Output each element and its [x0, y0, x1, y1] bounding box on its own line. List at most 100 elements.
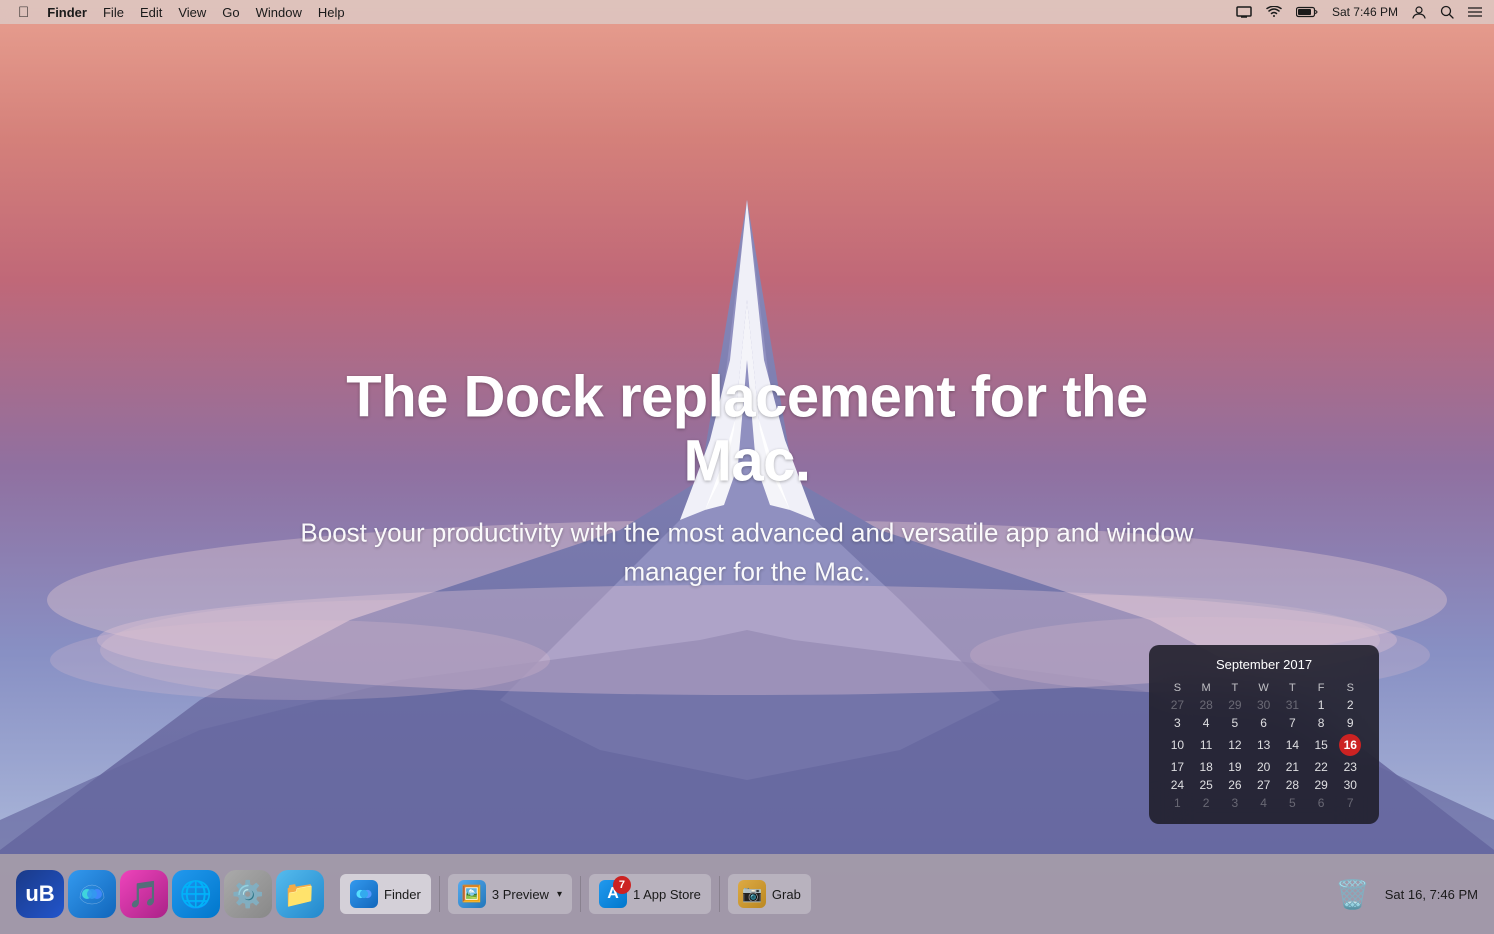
cal-header-mon: M: [1192, 680, 1221, 696]
desktop-subtext: Boost your productivity with the most ad…: [297, 513, 1197, 591]
cal-header-sun: S: [1163, 680, 1192, 696]
menubar-right: Sat 7:46 PM: [1232, 5, 1486, 19]
menu-edit[interactable]: Edit: [132, 0, 170, 24]
menu-help[interactable]: Help: [310, 0, 353, 24]
cal-day: 3: [1163, 714, 1192, 732]
dock-item-ubar[interactable]: uB: [16, 870, 64, 918]
cal-day: 6: [1307, 794, 1336, 812]
dock-item-itunes[interactable]: 🎵: [120, 870, 168, 918]
cal-header-tue: T: [1221, 680, 1250, 696]
cal-day: 22: [1307, 758, 1336, 776]
cal-day: 4: [1192, 714, 1221, 732]
dock-clock: Sat 16, 7:46 PM: [1385, 887, 1478, 902]
cal-day: 3: [1221, 794, 1250, 812]
cal-header-wed: W: [1249, 680, 1278, 696]
taskbar-appstore-label: 1 App Store: [633, 887, 701, 902]
taskbar-divider-1: [439, 876, 440, 912]
taskbar-preview-icon: 🖼️: [458, 880, 486, 908]
cal-day: 7: [1336, 794, 1366, 812]
cal-day: 21: [1278, 758, 1307, 776]
cal-day: 31: [1278, 696, 1307, 714]
menubar-datetime[interactable]: Sat 7:46 PM: [1328, 5, 1402, 19]
dock-item-files[interactable]: 📁: [276, 870, 324, 918]
cal-day: 15: [1307, 732, 1336, 758]
cal-day: 2: [1192, 794, 1221, 812]
dock-item-system-prefs[interactable]: ⚙️: [224, 870, 272, 918]
taskbar-appstore[interactable]: A 7 1 App Store: [589, 874, 711, 914]
cal-day: 23: [1336, 758, 1366, 776]
cal-day: 5: [1278, 794, 1307, 812]
apple-menu[interactable]: : [8, 0, 39, 24]
cal-day: 8: [1307, 714, 1336, 732]
calendar-title: September 2017: [1163, 657, 1365, 672]
taskbar-appstore-icon: A 7: [599, 880, 627, 908]
cal-day: 13: [1249, 732, 1278, 758]
cal-day: 20: [1249, 758, 1278, 776]
cal-day: 30: [1336, 776, 1366, 794]
taskbar-preview[interactable]: 🖼️ 3 Preview ▾: [448, 874, 572, 914]
menu-window[interactable]: Window: [248, 0, 310, 24]
cal-day: 17: [1163, 758, 1192, 776]
taskbar-finder[interactable]: Finder: [340, 874, 431, 914]
dock-item-finder[interactable]: [68, 870, 116, 918]
cal-day: 25: [1192, 776, 1221, 794]
cal-day: 11: [1192, 732, 1221, 758]
cal-header-thu: T: [1278, 680, 1307, 696]
cal-day: 10: [1163, 732, 1192, 758]
appstore-badge: 7: [613, 876, 631, 894]
menu-view[interactable]: View: [170, 0, 214, 24]
cal-day: 7: [1278, 714, 1307, 732]
dock-left: uB 🎵 🌐 ⚙️ 📁: [16, 870, 324, 918]
cal-day: 29: [1221, 696, 1250, 714]
cal-day: 30: [1249, 696, 1278, 714]
cal-day: 1: [1163, 794, 1192, 812]
trash-icon[interactable]: 🗑️: [1329, 870, 1377, 918]
taskbar-finder-label: Finder: [384, 887, 421, 902]
cal-day: 4: [1249, 794, 1278, 812]
cal-day: 16: [1336, 732, 1366, 758]
cal-day: 26: [1221, 776, 1250, 794]
wifi-icon[interactable]: [1262, 6, 1286, 18]
desktop-text-area: The Dock replacement for the Mac. Boost …: [297, 365, 1197, 591]
cal-day: 2: [1336, 696, 1366, 714]
cal-day: 5: [1221, 714, 1250, 732]
taskbar-preview-label: 3 Preview: [492, 887, 549, 902]
dock-item-safari[interactable]: 🌐: [172, 870, 220, 918]
cal-day: 9: [1336, 714, 1366, 732]
taskbar-divider-3: [719, 876, 720, 912]
cal-day: 29: [1307, 776, 1336, 794]
dock: uB 🎵 🌐 ⚙️ 📁: [0, 854, 1494, 934]
taskbar-items: Finder 🖼️ 3 Preview ▾ A 7 1 App Store 📷: [340, 874, 811, 914]
app-name[interactable]: Finder: [39, 0, 95, 24]
menu-go[interactable]: Go: [214, 0, 247, 24]
taskbar-grab-icon: 📷: [738, 880, 766, 908]
cal-day: 18: [1192, 758, 1221, 776]
menubar:  Finder File Edit View Go Window Help S…: [0, 0, 1494, 24]
preview-dropdown-arrow[interactable]: ▾: [557, 889, 562, 900]
cal-day: 1: [1307, 696, 1336, 714]
calendar-grid: S M T W T F S 27282930311234567891011121…: [1163, 680, 1365, 812]
list-icon[interactable]: [1464, 6, 1486, 18]
battery-icon[interactable]: [1292, 6, 1322, 18]
user-icon[interactable]: [1408, 5, 1430, 19]
cal-day: 14: [1278, 732, 1307, 758]
taskbar-grab[interactable]: 📷 Grab: [728, 874, 811, 914]
cal-day: 27: [1249, 776, 1278, 794]
cal-day: 19: [1221, 758, 1250, 776]
menu-file[interactable]: File: [95, 0, 132, 24]
calendar-widget: September 2017 S M T W T F S 27282930311…: [1149, 645, 1379, 824]
search-icon[interactable]: [1436, 5, 1458, 19]
menubar-left:  Finder File Edit View Go Window Help: [8, 0, 353, 24]
cal-header-sat: S: [1336, 680, 1366, 696]
taskbar-grab-label: Grab: [772, 887, 801, 902]
desktop-headline: The Dock replacement for the Mac.: [297, 365, 1197, 493]
dock-right: 🗑️ Sat 16, 7:46 PM: [1329, 870, 1478, 918]
taskbar-divider-2: [580, 876, 581, 912]
taskbar-finder-icon: [350, 880, 378, 908]
cal-day: 24: [1163, 776, 1192, 794]
cal-day: 12: [1221, 732, 1250, 758]
cal-header-fri: F: [1307, 680, 1336, 696]
cal-day: 27: [1163, 696, 1192, 714]
display-icon[interactable]: [1232, 6, 1256, 18]
cal-day: 28: [1278, 776, 1307, 794]
